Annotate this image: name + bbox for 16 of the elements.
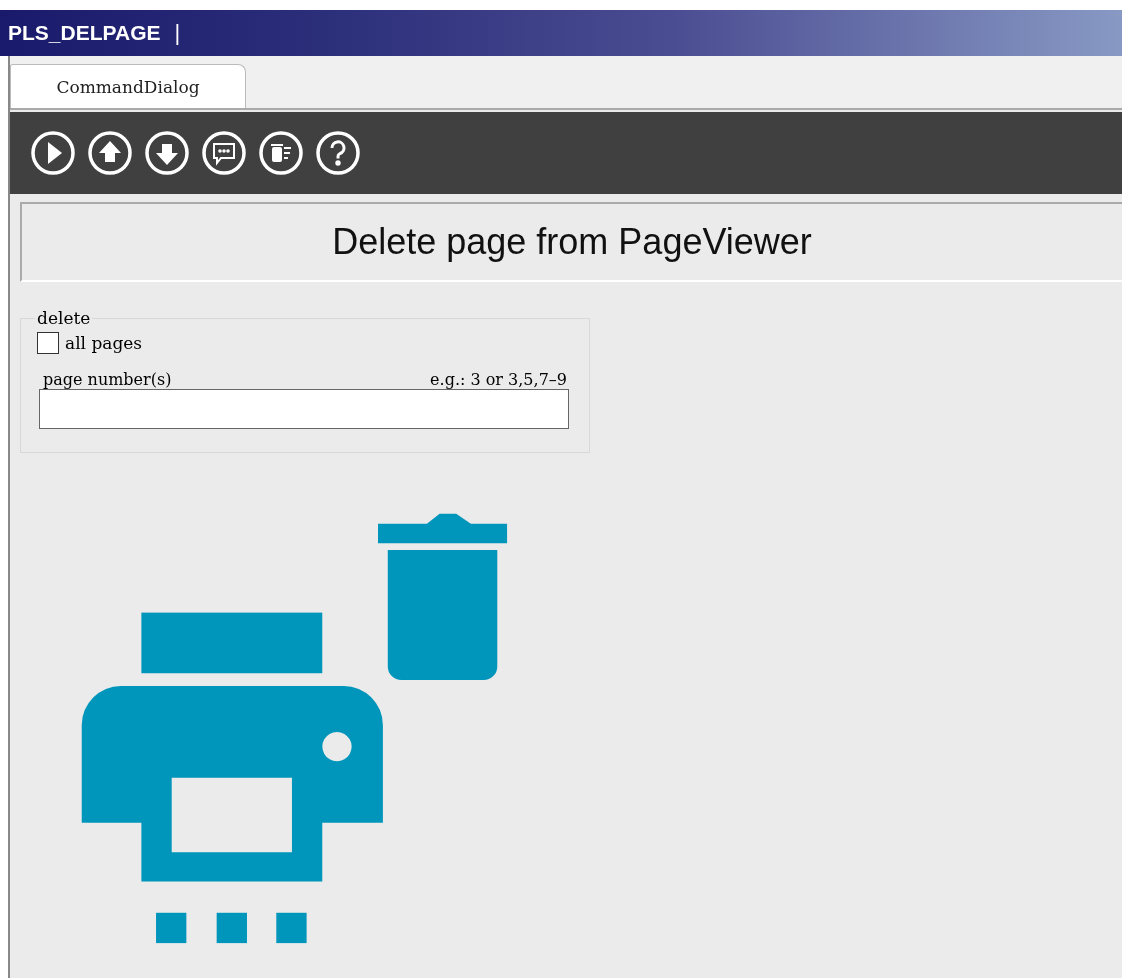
checkbox-label: all pages	[65, 333, 143, 353]
field-hint: e.g.: 3 or 3,5,7–9	[430, 370, 567, 389]
tab[interactable]: CommandDialog	[10, 64, 246, 108]
page-number-field[interactable]	[39, 389, 569, 429]
speech-bubble-icon[interactable]	[201, 130, 247, 176]
field-label: page number(s)	[43, 370, 172, 389]
up-arrow-icon[interactable]	[87, 130, 133, 176]
dialog-heading: Delete page from PageViewer	[332, 221, 812, 263]
help-icon[interactable]	[315, 130, 361, 176]
window-title: PLS_DELPAGE	[8, 21, 161, 45]
group-legend: delete	[35, 308, 93, 328]
play-icon[interactable]	[30, 130, 76, 176]
down-arrow-icon[interactable]	[144, 130, 190, 176]
checkbox[interactable]	[37, 332, 59, 354]
trash-list-icon[interactable]	[258, 130, 304, 176]
text-caret: |	[174, 20, 181, 46]
